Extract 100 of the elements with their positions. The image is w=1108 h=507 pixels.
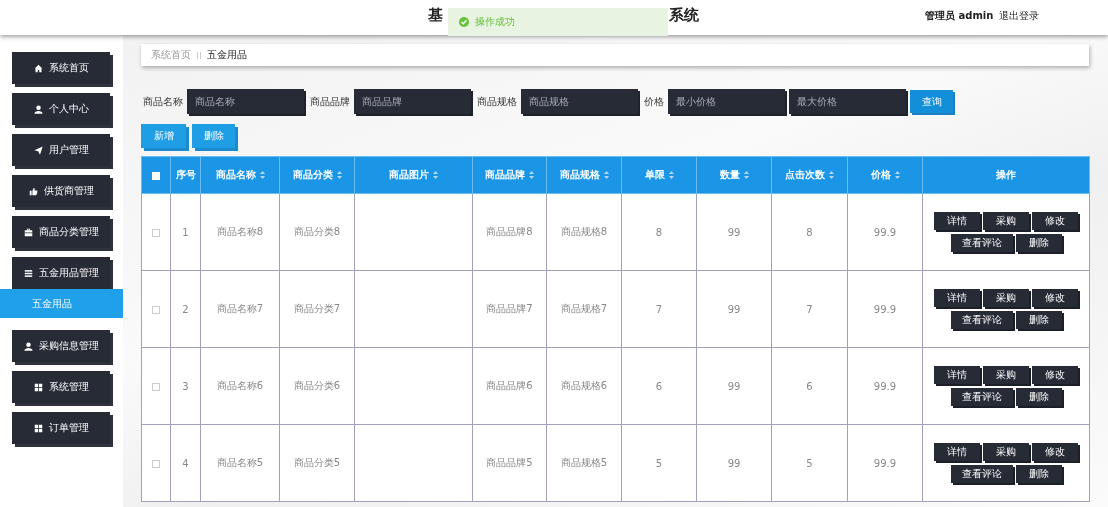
table-cell: 7 (771, 270, 848, 348)
row-action-button[interactable]: 详情 (934, 289, 980, 307)
app-title: 基 (428, 6, 443, 25)
sidebar-item[interactable]: 用户管理 (12, 134, 110, 166)
table-cell: 99 (696, 424, 772, 502)
table-cell: 商品分类8 (279, 193, 355, 271)
table-cell: 4 (170, 424, 201, 502)
row-action-button[interactable]: 查看评论 (950, 234, 1013, 252)
table-cell: 商品规格6 (546, 347, 622, 425)
grid-icon (33, 382, 43, 392)
table-cell: 商品分类5 (279, 424, 355, 502)
sidebar-item[interactable]: 商品分类管理 (12, 216, 110, 248)
breadcrumb-item: 五金用品 (207, 48, 247, 62)
sort-icon[interactable] (603, 171, 609, 179)
row-action-button[interactable]: 采购 (983, 443, 1029, 461)
table-cell: 商品分类6 (279, 347, 355, 425)
separator-icon (197, 51, 201, 59)
row-action-button[interactable]: 删除 (1015, 234, 1062, 252)
select-all-checkbox[interactable] (152, 171, 160, 180)
field-label: 价格 (644, 94, 664, 109)
sidebar-item[interactable]: 个人中心 (12, 93, 110, 125)
table-cell: 8 (621, 193, 697, 271)
app-title: 系统 (669, 6, 699, 25)
user-icon (23, 341, 33, 351)
sort-icon[interactable] (433, 171, 438, 179)
sidebar-item[interactable]: 订单管理 (12, 412, 110, 444)
briefcase-icon (23, 227, 33, 237)
table-cell: 商品分类7 (279, 270, 355, 348)
paper-plane-icon (33, 145, 43, 155)
check-circle-icon (459, 17, 469, 27)
row-checkbox[interactable] (152, 305, 160, 314)
sidebar-item[interactable]: 采购信息管理 (12, 330, 110, 362)
row-action-button[interactable]: 采购 (983, 212, 1029, 230)
table-cell: 1 (170, 193, 201, 271)
table-cell: 商品规格8 (546, 193, 622, 271)
row-action-button[interactable]: 详情 (934, 366, 980, 384)
table-cell: 8 (771, 193, 848, 271)
row-checkbox[interactable] (152, 459, 160, 468)
row-checkbox[interactable] (152, 228, 160, 237)
sidebar-item[interactable]: 五金用品管理 (12, 257, 110, 289)
row-action-button[interactable]: 删除 (1015, 311, 1062, 329)
admin-label: 管理员 admin (925, 9, 994, 23)
query-button[interactable]: 查询 (910, 90, 953, 113)
sort-icon[interactable] (259, 171, 265, 179)
table-cell: 商品品牌7 (472, 270, 547, 348)
row-action-button[interactable]: 修改 (1032, 366, 1078, 384)
logout-link[interactable]: 退出登录 (999, 9, 1040, 23)
table-cell: 商品名称8 (200, 193, 280, 271)
sort-icon[interactable] (668, 171, 674, 179)
table-cell: 5 (771, 424, 848, 502)
table-cell: 商品品牌8 (472, 193, 547, 271)
search-field[interactable]: 商品品牌 (354, 89, 471, 114)
table-cell: 商品名称7 (200, 270, 280, 348)
table-cell: 99 (696, 270, 772, 348)
field-label: 商品名称 (143, 94, 183, 109)
row-action-button[interactable]: 详情 (934, 443, 980, 461)
row-action-button[interactable]: 删除 (1015, 465, 1062, 483)
table-cell: 商品规格5 (546, 424, 622, 502)
row-action-button[interactable]: 采购 (983, 289, 1029, 307)
table-cell: 99.9 (847, 424, 923, 502)
sort-icon[interactable] (743, 171, 749, 179)
row-action-button[interactable]: 删除 (1015, 388, 1062, 406)
column-header: 操作 (922, 156, 1090, 194)
row-action-button[interactable]: 修改 (1032, 443, 1078, 461)
table-cell: 商品品牌6 (472, 347, 547, 425)
row-action-button[interactable]: 详情 (934, 212, 980, 230)
row-action-button[interactable]: 采购 (983, 366, 1029, 384)
sidebar-item[interactable]: 系统首页 (12, 52, 110, 84)
table-cell: 99 (696, 193, 772, 271)
field-label: 商品规格 (477, 94, 517, 109)
table-cell: 99.9 (847, 347, 923, 425)
table-cell: 6 (621, 347, 697, 425)
table-cell: 商品品牌5 (472, 424, 547, 502)
search-field[interactable]: 最小价格 (668, 89, 785, 114)
table-cell: 3 (170, 347, 201, 425)
search-field[interactable]: 商品名称 (187, 89, 304, 114)
sort-icon[interactable] (336, 171, 342, 179)
field-label: 商品品牌 (310, 94, 350, 109)
table-cell: 2 (170, 270, 201, 348)
sidebar-item[interactable]: 系统管理 (12, 371, 110, 403)
sort-icon[interactable] (894, 171, 900, 179)
table-cell: 商品规格7 (546, 270, 622, 348)
row-action-button[interactable]: 查看评论 (950, 388, 1013, 406)
search-field[interactable]: 商品规格 (521, 89, 638, 114)
column-header: 序号 (170, 156, 201, 194)
sort-icon[interactable] (829, 171, 834, 179)
table-cell: 商品名称6 (200, 347, 280, 425)
row-action-button[interactable]: 查看评论 (950, 311, 1013, 329)
row-action-button[interactable]: 修改 (1032, 289, 1078, 307)
sidebar-item[interactable]: 供货商管理 (12, 175, 110, 207)
table-cell: 7 (621, 270, 697, 348)
search-field[interactable]: 最大价格 (789, 89, 906, 114)
row-checkbox[interactable] (152, 382, 160, 391)
sort-icon[interactable] (529, 171, 534, 179)
table-cell: 99.9 (847, 270, 923, 348)
table-cell: 99.9 (847, 193, 923, 271)
row-action-button[interactable]: 查看评论 (950, 465, 1013, 483)
user-icon (33, 104, 43, 114)
row-action-button[interactable]: 修改 (1032, 212, 1078, 230)
table-cell: 商品名称5 (200, 424, 280, 502)
